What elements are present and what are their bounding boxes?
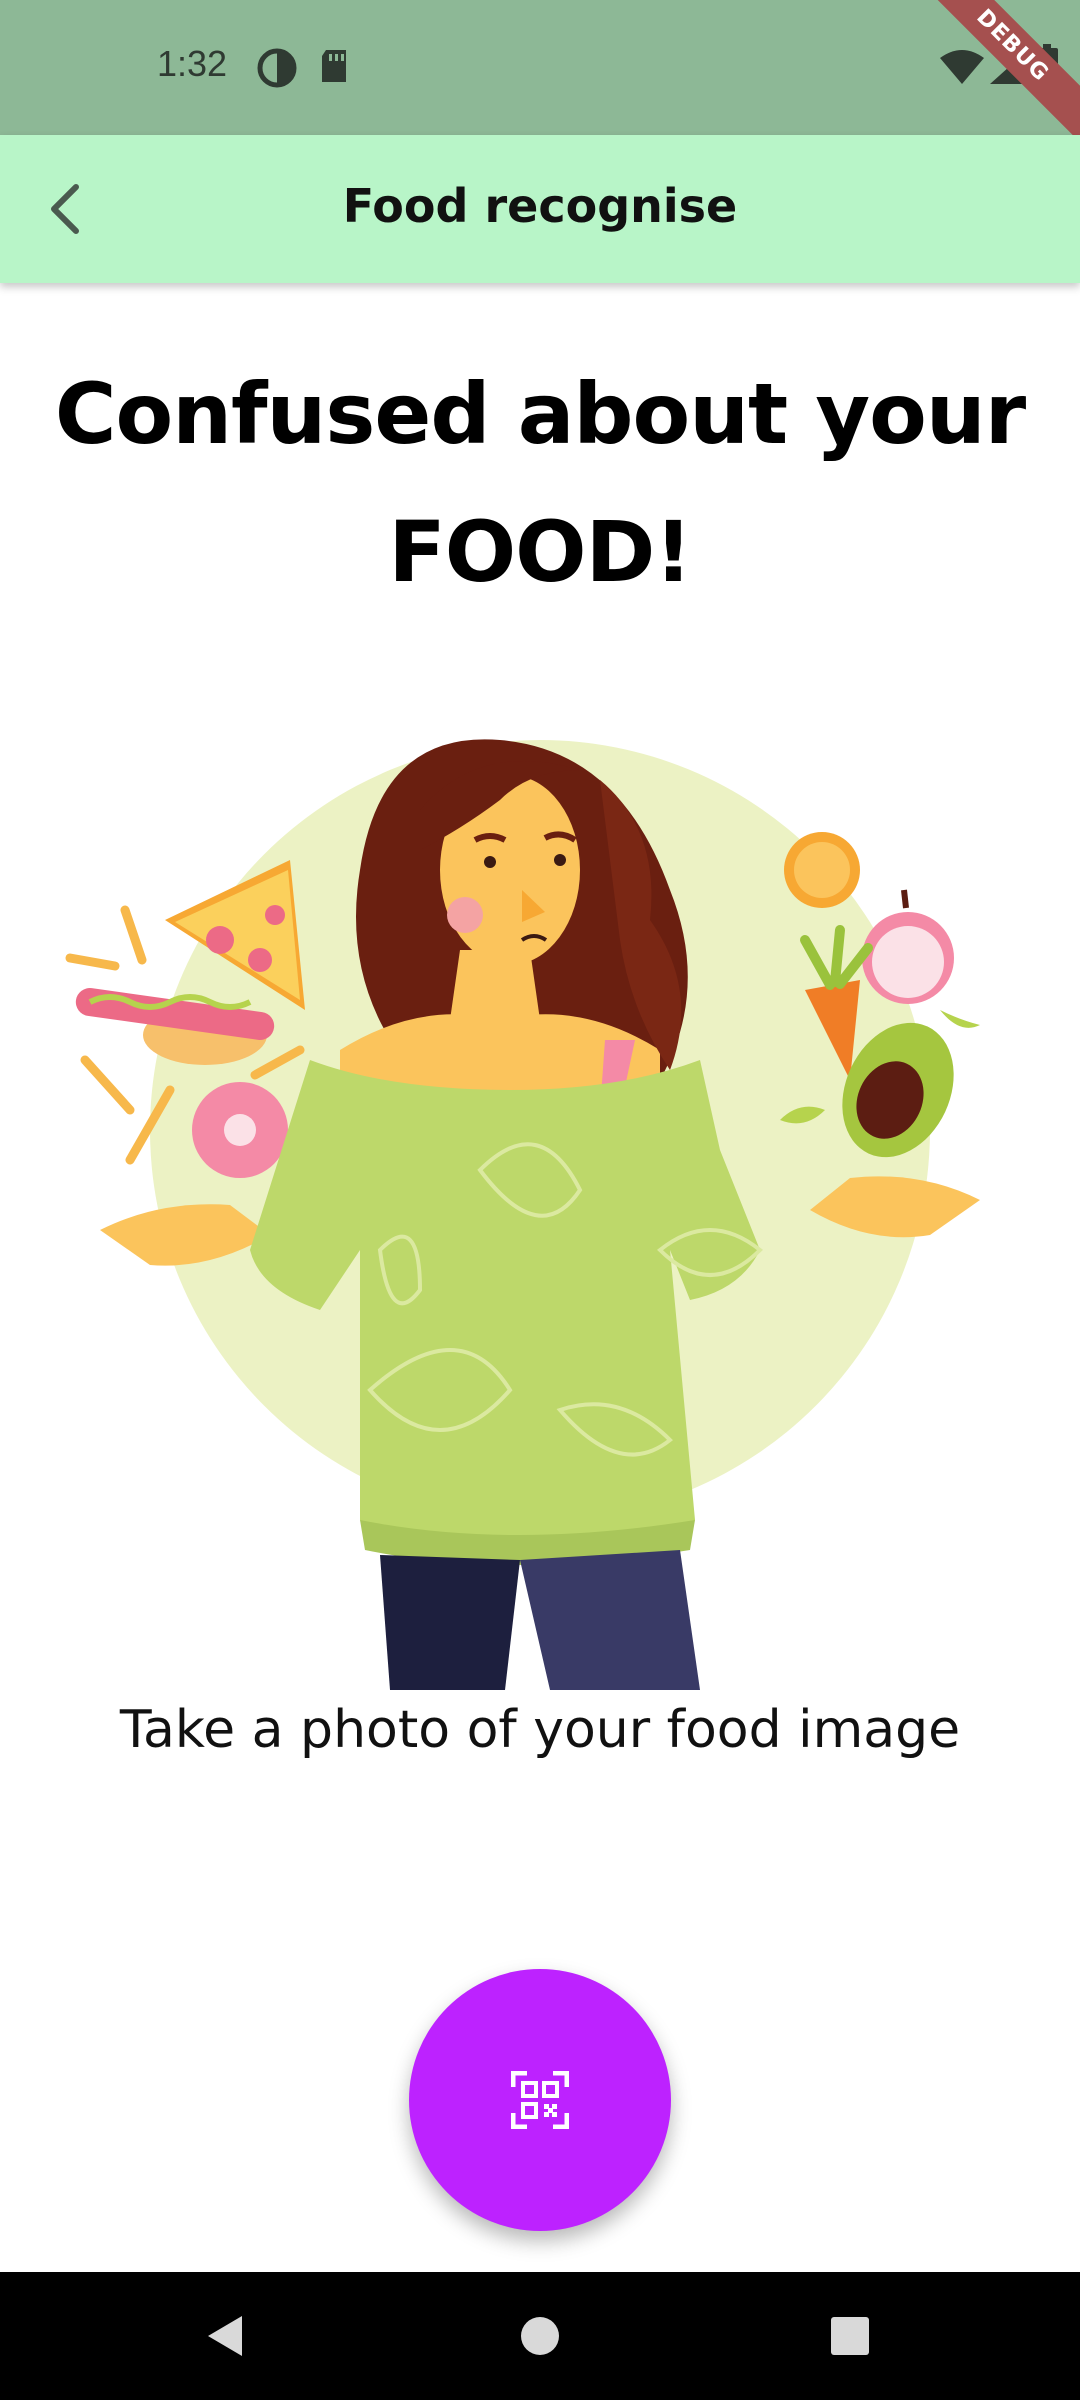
subtitle: Take a photo of your food image: [119, 1700, 961, 1760]
home-circle-icon: [521, 2317, 559, 2355]
page-title: Food recognise: [342, 179, 738, 233]
back-triangle-icon: [208, 2316, 242, 2356]
wifi-icon: [940, 50, 984, 88]
scan-button[interactable]: [409, 1969, 671, 2231]
orange-icon: [784, 832, 860, 908]
sd-card-icon: [318, 48, 350, 88]
nav-back-button[interactable]: [192, 2302, 260, 2370]
confused-woman-illustration: [60, 690, 1020, 1690]
qr-scan-icon: [511, 2071, 569, 2129]
nav-recents-button[interactable]: [816, 2302, 884, 2370]
nav-home-button[interactable]: [506, 2302, 574, 2370]
app-bar: Food recognise: [0, 135, 1080, 283]
data-saver-icon: [257, 48, 297, 92]
apple-icon: [862, 889, 954, 1004]
status-time: 1:32: [157, 43, 228, 84]
status-bar: 1:32 DEBUG: [0, 0, 1080, 153]
system-nav-bar: [0, 2272, 1080, 2400]
donut-icon: [192, 1082, 288, 1178]
headline: Confused about your FOOD!: [54, 365, 1026, 601]
recents-square-icon: [831, 2317, 869, 2355]
